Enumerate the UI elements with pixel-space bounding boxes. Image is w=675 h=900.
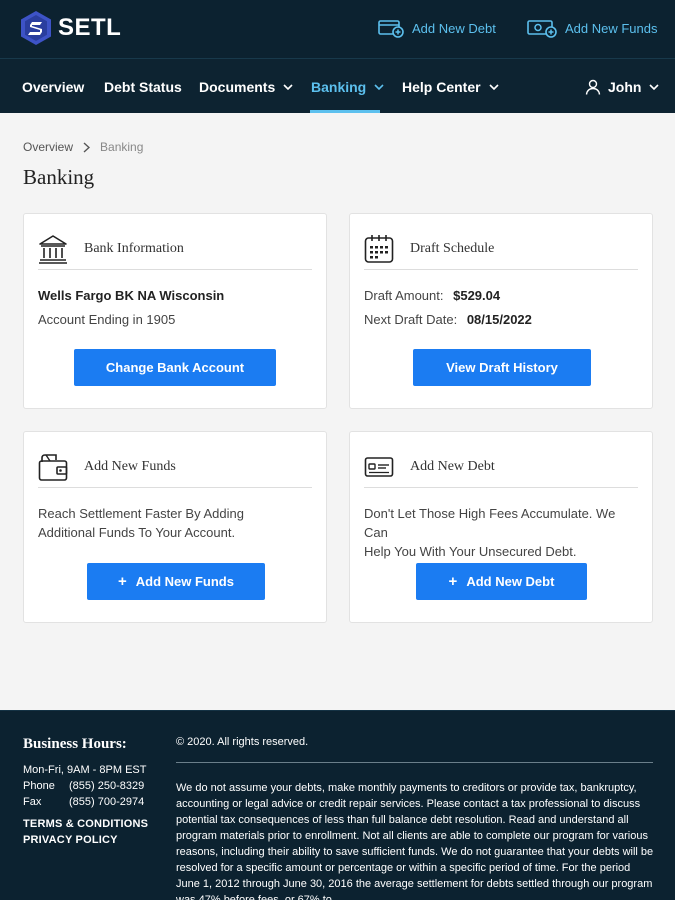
disclaimer: We do not assume your debts, make monthl…	[176, 782, 654, 900]
nav-overview[interactable]: Overview	[22, 59, 84, 114]
main-content: Overview Banking Banking Bank Informatio…	[0, 113, 675, 710]
next-draft-date-label: Next Draft Date:	[364, 312, 458, 327]
nav-debt-status[interactable]: Debt Status	[104, 59, 182, 114]
view-draft-history-label: View Draft History	[446, 360, 558, 375]
top-add-new-funds-label: Add New Funds	[565, 20, 658, 36]
top-bar: SETL Add New Debt Add New Funds	[0, 0, 675, 58]
chevron-down-icon	[374, 83, 384, 90]
phone-number[interactable]: (855) 250-8329	[69, 780, 144, 792]
add-new-funds-card: Add New Funds Reach Settlement Faster By…	[23, 431, 327, 623]
card-header: Bank Information	[38, 228, 312, 270]
fax-label: Fax	[23, 796, 42, 808]
phone-label: Phone	[23, 780, 55, 792]
setl-logo[interactable]: SETL	[20, 10, 121, 46]
card-title: Add New Debt	[410, 458, 495, 474]
card-body: Wells Fargo BK NA Wisconsin Account Endi…	[38, 286, 312, 329]
copyright: © 2020. All rights reserved.	[176, 736, 309, 748]
footer-rule	[176, 762, 653, 763]
card-body: Reach Settlement Faster By Adding Additi…	[38, 504, 312, 542]
card-header: Draft Schedule	[364, 228, 638, 270]
add-new-funds-label: Add New Funds	[135, 574, 234, 589]
bank-information-card: Bank Information Wells Fargo BK NA Wisco…	[23, 213, 327, 409]
top-add-new-debt-label: Add New Debt	[412, 20, 496, 36]
nav-documents-label: Documents	[199, 78, 276, 95]
chevron-right-icon	[83, 141, 91, 153]
next-draft-date-row: Next Draft Date: 08/15/2022	[364, 310, 638, 329]
nav-banking-label: Banking	[311, 78, 367, 95]
card-body: Draft Amount: $529.04 Next Draft Date: 0…	[364, 286, 638, 329]
change-bank-account-button[interactable]: Change Bank Account	[74, 349, 276, 386]
account-ending: Account Ending in 1905	[38, 312, 176, 327]
breadcrumb: Overview Banking	[23, 140, 143, 154]
draft-amount-value: $529.04	[453, 288, 501, 303]
plus-icon: +	[448, 573, 458, 590]
bank-name: Wells Fargo BK NA Wisconsin	[38, 288, 225, 303]
plus-icon: +	[118, 573, 127, 590]
business-hours: Mon-Fri, 9AM - 8PM EST	[23, 764, 147, 776]
top-add-new-debt-link[interactable]: Add New Debt	[378, 18, 496, 38]
add-funds-text-line-1: Reach Settlement Faster By Adding	[38, 506, 244, 521]
card-title: Draft Schedule	[410, 240, 495, 256]
chevron-down-icon	[283, 83, 293, 90]
business-hours-title: Business Hours:	[23, 736, 127, 752]
nav-banking[interactable]: Banking	[311, 59, 384, 114]
card-header: Add New Funds	[38, 446, 312, 488]
add-new-funds-button[interactable]: + Add New Funds	[87, 563, 265, 600]
card-title: Bank Information	[84, 240, 184, 256]
nav-help-center[interactable]: Help Center	[402, 59, 499, 114]
nav-help-center-label: Help Center	[402, 78, 481, 95]
view-draft-history-button[interactable]: View Draft History	[413, 349, 591, 386]
bank-icon	[39, 234, 67, 264]
calendar-icon	[364, 234, 394, 263]
card-header: Add New Debt	[364, 446, 638, 488]
wallet-icon	[38, 453, 68, 481]
terms-link[interactable]: TERMS & CONDITIONS	[23, 818, 148, 830]
next-draft-date-value: 08/15/2022	[466, 312, 532, 327]
setl-logo-icon	[21, 11, 51, 45]
chevron-down-icon	[489, 83, 499, 90]
cash-plus-icon	[527, 20, 557, 38]
add-new-debt-label: Add New Debt	[466, 574, 555, 589]
privacy-link[interactable]: PRIVACY POLICY	[23, 834, 118, 846]
user-icon	[585, 79, 601, 95]
nav-overview-label: Overview	[22, 78, 85, 95]
draft-schedule-card: Draft Schedule Draft Amount: $529.04 Nex…	[349, 213, 653, 409]
user-name: John	[608, 78, 642, 95]
footer: Business Hours: Mon-Fri, 9AM - 8PM EST P…	[0, 710, 675, 900]
add-funds-text-line-2: Additional Funds To Your Account.	[38, 525, 236, 540]
top-add-new-funds-link[interactable]: Add New Funds	[527, 18, 658, 38]
credit-card-icon	[364, 456, 394, 477]
brand-name: SETL	[58, 14, 122, 41]
nav-documents[interactable]: Documents	[199, 59, 293, 114]
footer-divider	[0, 710, 675, 711]
add-new-debt-button[interactable]: + Add New Debt	[416, 563, 587, 600]
nav-debt-status-label: Debt Status	[104, 78, 182, 95]
card-title: Add New Funds	[84, 458, 176, 474]
add-new-debt-card: Add New Debt Don't Let Those High Fees A…	[349, 431, 653, 623]
change-bank-account-label: Change Bank Account	[105, 360, 245, 375]
add-debt-text-line-1: Don't Let Those High Fees Accumulate. We…	[364, 506, 616, 540]
card-body: Don't Let Those High Fees Accumulate. We…	[364, 504, 638, 561]
fax-number: (855) 700-2974	[69, 796, 145, 808]
page-title: Banking	[23, 165, 95, 189]
add-debt-text-line-2: Help You With Your Unsecured Debt.	[364, 544, 577, 559]
breadcrumb-overview[interactable]: Overview	[23, 140, 73, 154]
breadcrumb-current: Banking	[100, 140, 144, 154]
draft-amount-label: Draft Amount:	[364, 288, 444, 303]
fax-row: Fax (855) 700-2974	[23, 795, 144, 809]
phone-row: Phone (855) 250-8329	[23, 779, 144, 793]
chevron-down-icon	[649, 83, 660, 90]
draft-amount-row: Draft Amount: $529.04	[364, 286, 638, 305]
debt-card-plus-icon	[378, 20, 404, 38]
main-nav: Overview Debt Status Documents Banking H…	[0, 58, 675, 114]
user-menu[interactable]: John	[585, 59, 660, 114]
